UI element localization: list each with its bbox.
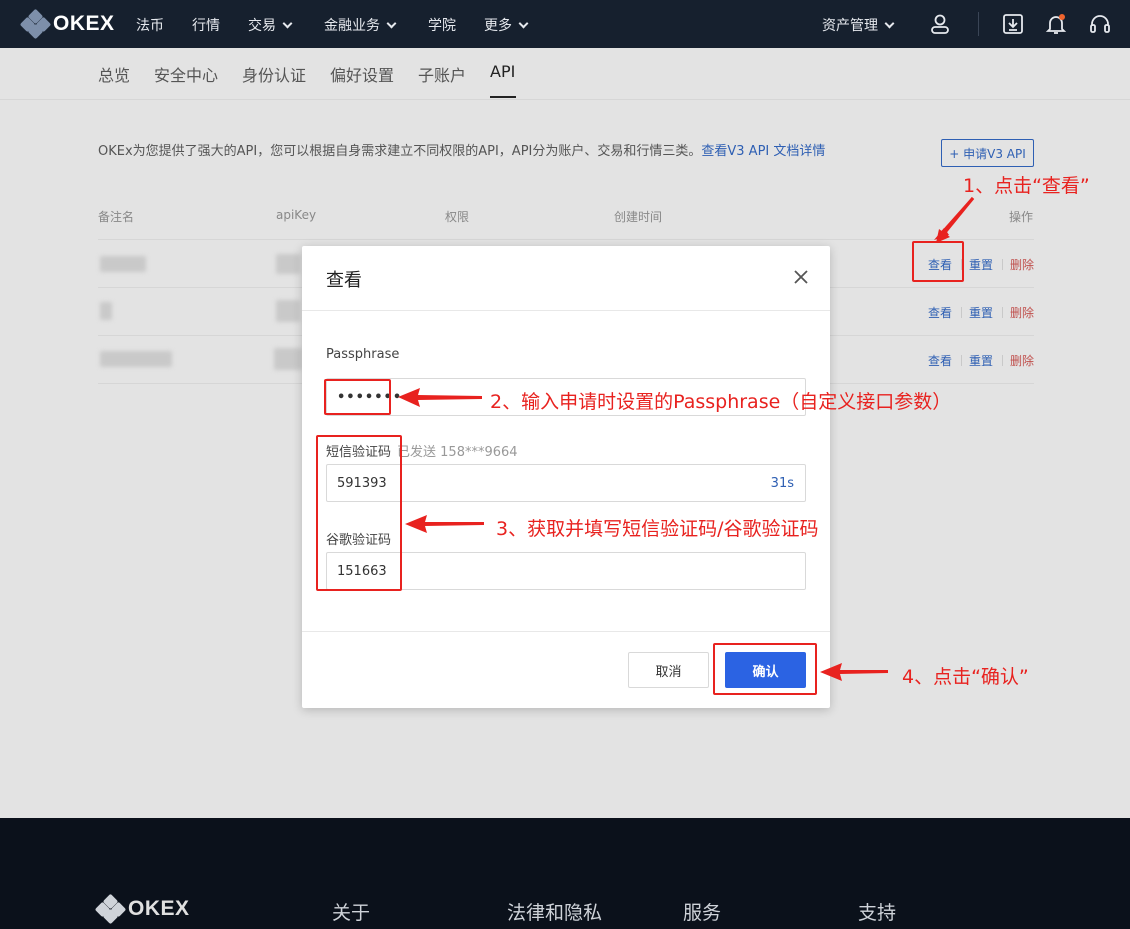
chevron-down-icon bbox=[282, 18, 293, 29]
active-tab-indicator bbox=[490, 96, 516, 98]
apply-v3-api-button[interactable]: + 申请V3 API bbox=[941, 139, 1034, 167]
nav-item-finance-label: 金融业务 bbox=[324, 18, 380, 34]
redacted-remark bbox=[100, 351, 172, 367]
logo-text: OKEX bbox=[53, 12, 115, 35]
highlight-view-link bbox=[912, 241, 964, 282]
tab-overview[interactable]: 总览 bbox=[98, 62, 130, 86]
cancel-button[interactable]: 取消 bbox=[628, 652, 709, 688]
nav-item-academy[interactable]: 学院 bbox=[428, 15, 456, 35]
annotation-step-3: 3、获取并填写短信验证码/谷歌验证码 bbox=[496, 518, 819, 540]
okex-logo-icon bbox=[94, 893, 127, 925]
redacted-remark bbox=[100, 256, 146, 272]
chevron-down-icon bbox=[518, 18, 529, 29]
sms-sent-hint: 已发送 158***9664 bbox=[397, 445, 518, 460]
redacted-apikey bbox=[276, 254, 300, 274]
table-header-created: 创建时间 bbox=[614, 210, 663, 224]
footer-col-legal[interactable]: 法律和隐私 bbox=[507, 898, 602, 925]
redacted-apikey bbox=[274, 348, 302, 370]
nav-item-market[interactable]: 行情 bbox=[192, 15, 220, 35]
row-view-link[interactable]: 查看 bbox=[928, 352, 952, 369]
nav-asset-management[interactable]: 资产管理 bbox=[822, 15, 895, 35]
row-reset-link[interactable]: 重置 bbox=[969, 352, 993, 369]
table-header-remark: 备注名 bbox=[98, 210, 135, 224]
redacted-apikey bbox=[276, 300, 300, 322]
footer-col-services[interactable]: 服务 bbox=[683, 898, 721, 925]
nav-asset-management-label: 资产管理 bbox=[822, 18, 878, 34]
top-navigation: OKEX 法币 行情 交易 金融业务 学院 更多 资产管理 bbox=[0, 0, 1130, 48]
chevron-down-icon bbox=[884, 18, 895, 29]
download-icon[interactable] bbox=[1001, 12, 1025, 36]
notification-bell-icon[interactable] bbox=[1044, 12, 1068, 36]
highlight-passphrase bbox=[324, 379, 391, 415]
api-docs-link[interactable]: 查看V3 API 文档详情 bbox=[701, 144, 825, 159]
headset-support-icon[interactable] bbox=[1088, 12, 1112, 36]
account-subtabs: 总览 安全中心 身份认证 偏好设置 子账户 API bbox=[0, 48, 1130, 100]
nav-item-trade-label: 交易 bbox=[248, 18, 276, 34]
user-icon[interactable] bbox=[928, 12, 952, 36]
tab-api[interactable]: API bbox=[490, 62, 515, 81]
table-header-actions: 操作 bbox=[1009, 210, 1034, 224]
close-icon[interactable] bbox=[792, 268, 810, 286]
tab-identity-verification[interactable]: 身份认证 bbox=[242, 62, 306, 86]
tab-preferences[interactable]: 偏好设置 bbox=[330, 62, 394, 86]
table-header-apikey: apiKey bbox=[276, 208, 317, 222]
nav-item-more[interactable]: 更多 bbox=[484, 15, 529, 35]
footer-col-support[interactable]: 支持 bbox=[858, 898, 896, 925]
row-delete-link[interactable]: 删除 bbox=[1010, 352, 1034, 369]
api-intro-description: OKEx为您提供了强大的API，您可以根据自身需求建立不同权限的API，API分… bbox=[98, 144, 702, 159]
chevron-down-icon bbox=[386, 18, 397, 29]
annotation-step-4: 4、点击“确认” bbox=[902, 666, 1029, 688]
row-reset-link[interactable]: 重置 bbox=[969, 304, 993, 321]
nav-item-finance[interactable]: 金融业务 bbox=[324, 15, 397, 35]
row-reset-link[interactable]: 重置 bbox=[969, 256, 993, 273]
highlight-confirm-button bbox=[713, 643, 817, 695]
footer-col-about[interactable]: 关于 bbox=[332, 898, 370, 925]
nav-item-fiat[interactable]: 法币 bbox=[136, 15, 164, 35]
nav-item-more-label: 更多 bbox=[484, 18, 512, 34]
tab-security-center[interactable]: 安全中心 bbox=[154, 62, 218, 86]
api-intro-text: OKEx为您提供了强大的API，您可以根据自身需求建立不同权限的API，API分… bbox=[98, 140, 825, 159]
footer-logo-text: OKEX bbox=[128, 897, 190, 920]
footer-okex-logo[interactable]: OKEX bbox=[94, 893, 190, 925]
highlight-verification-codes bbox=[316, 435, 402, 591]
redacted-remark bbox=[100, 302, 112, 320]
row-view-link[interactable]: 查看 bbox=[928, 304, 952, 321]
row-delete-link[interactable]: 删除 bbox=[1010, 304, 1034, 321]
tab-sub-accounts[interactable]: 子账户 bbox=[418, 62, 466, 86]
annotation-step-2: 2、输入申请时设置的Passphrase（自定义接口参数） bbox=[490, 391, 952, 413]
table-header-permission: 权限 bbox=[445, 210, 470, 224]
annotation-step-1: 1、点击“查看” bbox=[963, 175, 1090, 197]
okex-logo-icon bbox=[19, 8, 52, 40]
passphrase-label: Passphrase bbox=[326, 347, 400, 362]
row-delete-link[interactable]: 删除 bbox=[1010, 256, 1034, 273]
nav-item-trade[interactable]: 交易 bbox=[248, 15, 293, 35]
modal-title: 查看 bbox=[326, 270, 362, 291]
resend-countdown: 31s bbox=[770, 476, 794, 491]
okex-logo[interactable]: OKEX bbox=[19, 8, 115, 40]
